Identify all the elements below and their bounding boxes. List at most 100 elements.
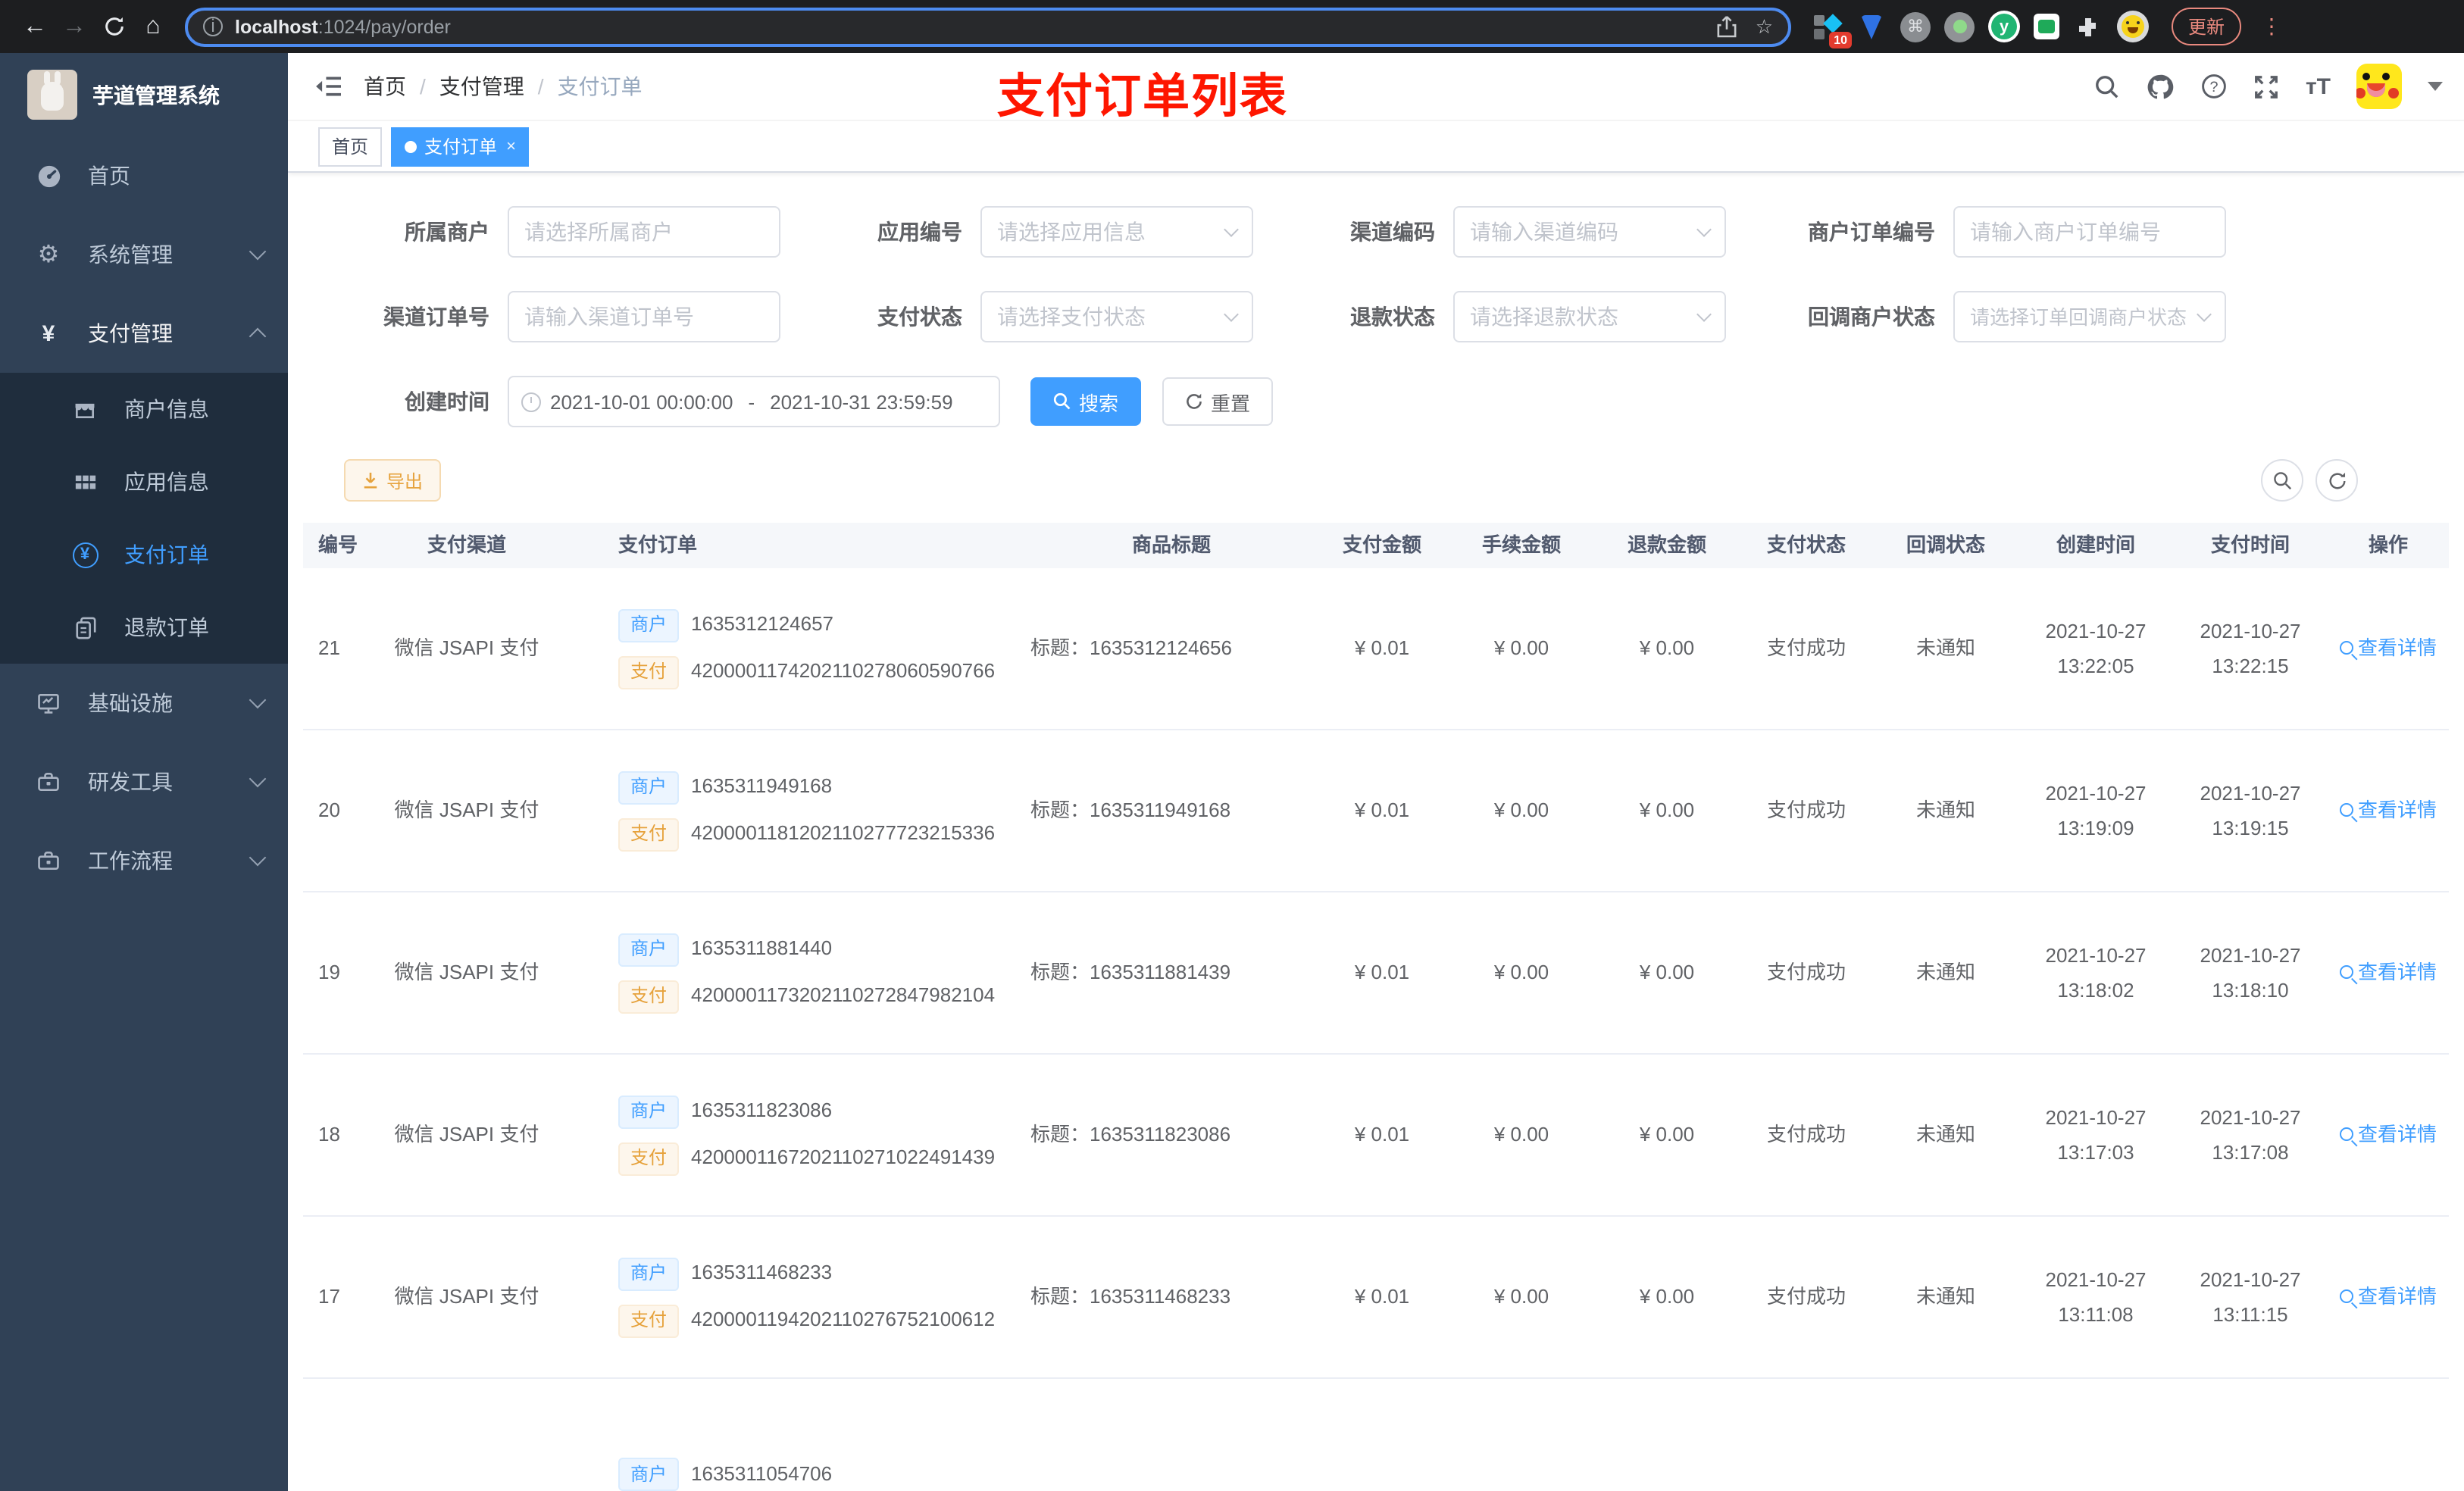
extension-blocks-icon[interactable]: 10 bbox=[1812, 11, 1852, 48]
sidebar-item-label: 商户信息 bbox=[124, 397, 209, 421]
channel-order-input[interactable] bbox=[508, 291, 780, 342]
channel-order-field[interactable] bbox=[524, 305, 764, 329]
pay-order-no: 4200001181202110277723215336 bbox=[691, 821, 996, 845]
table-toolbar: 导出 bbox=[288, 459, 2464, 502]
browser-home-icon[interactable]: ⌂ bbox=[133, 13, 173, 40]
extension-y-icon[interactable]: y bbox=[1988, 11, 2020, 42]
table-row: 20 微信 JSAPI 支付 商户 1635311949168 支付 4200001… bbox=[303, 730, 2449, 892]
notify-status-select[interactable] bbox=[1953, 291, 2226, 342]
range-end[interactable]: 2021-10-31 23:59:59 bbox=[770, 390, 952, 413]
sidebar-item-dev-tools[interactable]: 研发工具 bbox=[0, 742, 288, 821]
view-detail-link[interactable]: 查看详情 bbox=[2339, 1281, 2437, 1311]
refresh-button[interactable] bbox=[2315, 459, 2358, 502]
view-detail-link[interactable]: 查看详情 bbox=[2339, 1119, 2437, 1149]
col-header-amount: 支付金额 bbox=[1342, 533, 1421, 556]
notify-status-field[interactable] bbox=[1970, 305, 2190, 328]
briefcase-icon bbox=[30, 849, 67, 873]
extension-chat-icon[interactable] bbox=[2034, 14, 2059, 39]
browser-reload-icon[interactable] bbox=[94, 15, 133, 38]
range-begin[interactable]: 2021-10-01 00:00:00 bbox=[550, 390, 733, 413]
filter-label-app: 应用编号 bbox=[877, 220, 962, 244]
table-header-row: 编号 支付渠道 支付订单 商品标题 支付金额 手续金额 退款金额 支付状态 回调… bbox=[303, 523, 2449, 568]
table-row: 17 微信 JSAPI 支付 商户 1635311468233 支付 4200001… bbox=[303, 1217, 2449, 1379]
extensions-puzzle-icon[interactable] bbox=[2073, 11, 2103, 42]
merchant-input[interactable] bbox=[508, 206, 780, 258]
merchant-order-no: 1635312124657 bbox=[691, 612, 834, 636]
sidebar-item-pay-order[interactable]: ¥ 支付订单 bbox=[0, 518, 288, 591]
search-icon[interactable] bbox=[2095, 73, 2121, 99]
sidebar-item-label: 基础设施 bbox=[88, 691, 173, 715]
sidebar-item-workflow[interactable]: 工作流程 bbox=[0, 821, 288, 900]
merchant-order-field[interactable] bbox=[1970, 220, 2209, 244]
user-avatar[interactable] bbox=[2356, 64, 2402, 109]
github-icon[interactable] bbox=[2147, 72, 2175, 101]
export-button[interactable]: 导出 bbox=[344, 459, 442, 502]
pay-status-select[interactable] bbox=[980, 291, 1253, 342]
app-select[interactable] bbox=[980, 206, 1253, 258]
search-button[interactable]: 搜索 bbox=[1030, 377, 1142, 426]
view-detail-link[interactable]: 查看详情 bbox=[2339, 795, 2437, 825]
merchant-input-field[interactable] bbox=[524, 220, 764, 244]
url-bar[interactable]: i localhost:1024/pay/order ☆ bbox=[185, 7, 1791, 46]
extension-command-icon[interactable]: ⌘ bbox=[1900, 11, 1931, 42]
extension-kite-icon[interactable] bbox=[1856, 11, 1887, 42]
tab-pay-order[interactable]: 支付订单 × bbox=[391, 127, 530, 166]
magnifier-icon bbox=[2339, 1127, 2353, 1142]
sidebar-logo[interactable]: 芋道管理系统 bbox=[0, 53, 288, 136]
filter-label-merchant: 所属商户 bbox=[405, 220, 489, 244]
breadcrumb: 首页 / 支付管理 / 支付订单 bbox=[364, 71, 643, 102]
sidebar-item-merchant-info[interactable]: 商户信息 bbox=[0, 373, 288, 445]
bookmark-star-icon[interactable]: ☆ bbox=[1756, 14, 1773, 39]
profile-avatar-icon[interactable] bbox=[2117, 11, 2149, 42]
svg-text:?: ? bbox=[2210, 79, 2219, 95]
pay-status-field[interactable] bbox=[997, 305, 1217, 329]
extension-dot-icon[interactable] bbox=[1944, 11, 1975, 42]
avatar-caret-icon[interactable] bbox=[2428, 82, 2443, 91]
chrome-update-button[interactable]: 更新 bbox=[2172, 8, 2242, 45]
sidebar-item-label: 首页 bbox=[88, 164, 130, 188]
channel-code-select[interactable] bbox=[1453, 206, 1726, 258]
chevron-down-icon bbox=[249, 770, 267, 788]
share-icon[interactable] bbox=[1718, 15, 1737, 38]
view-detail-link[interactable]: 查看详情 bbox=[2339, 633, 2437, 663]
app-title: 芋道管理系统 bbox=[92, 83, 220, 107]
main-content: 首页 / 支付管理 / 支付订单 支付订单列表 ? тT 首页 支付订单 × 所… bbox=[288, 53, 2464, 1491]
fullscreen-icon[interactable] bbox=[2254, 73, 2280, 99]
sidebar-fold-icon[interactable] bbox=[315, 74, 342, 98]
sidebar-item-refund-order[interactable]: 退款订单 bbox=[0, 591, 288, 664]
sidebar-item-infrastructure[interactable]: 基础设施 bbox=[0, 664, 288, 742]
browser-back-icon[interactable]: ← bbox=[15, 13, 55, 40]
filter-label-pay-status: 支付状态 bbox=[877, 305, 962, 329]
merchant-tag: 商户 bbox=[618, 1257, 680, 1290]
app-select-field[interactable] bbox=[997, 220, 1217, 244]
site-info-icon[interactable]: i bbox=[203, 17, 223, 36]
refund-status-field[interactable] bbox=[1470, 305, 1690, 329]
sidebar-item-system[interactable]: ⚙ 系统管理 bbox=[0, 215, 288, 294]
close-tab-icon[interactable]: × bbox=[506, 137, 516, 155]
col-header-refund: 退款金额 bbox=[1627, 533, 1706, 556]
breadcrumb-home[interactable]: 首页 bbox=[364, 71, 406, 102]
page-header: 首页 / 支付管理 / 支付订单 支付订单列表 ? тT bbox=[288, 53, 2464, 123]
merchant-tag: 商户 bbox=[618, 1458, 680, 1491]
yen-icon: ¥ bbox=[42, 320, 55, 346]
sidebar-item-app-info[interactable]: 应用信息 bbox=[0, 445, 288, 518]
help-icon[interactable]: ? bbox=[2201, 73, 2228, 100]
chrome-menu-icon[interactable]: ⋮ bbox=[2261, 14, 2282, 39]
breadcrumb-payment[interactable]: 支付管理 bbox=[439, 71, 524, 102]
sidebar-item-payment[interactable]: ¥ 支付管理 bbox=[0, 294, 288, 373]
tab-home[interactable]: 首页 bbox=[318, 127, 383, 166]
dashboard-icon bbox=[30, 163, 67, 189]
url-text[interactable]: localhost:1024/pay/order bbox=[235, 16, 1699, 37]
pay-tag: 支付 bbox=[618, 817, 680, 851]
merchant-order-input[interactable] bbox=[1953, 206, 2226, 258]
refund-status-select[interactable] bbox=[1453, 291, 1726, 342]
toggle-search-button[interactable] bbox=[2261, 459, 2303, 502]
browser-forward-icon[interactable]: → bbox=[55, 13, 94, 40]
create-time-range-picker[interactable]: 2021-10-01 00:00:00 - 2021-10-31 23:59:5… bbox=[508, 376, 1000, 427]
reset-button[interactable]: 重置 bbox=[1162, 377, 1274, 426]
font-size-icon[interactable]: тT bbox=[2306, 73, 2331, 99]
sidebar-item-home[interactable]: 首页 bbox=[0, 136, 288, 215]
channel-code-field[interactable] bbox=[1470, 220, 1690, 244]
sidebar-item-label: 工作流程 bbox=[88, 849, 173, 873]
view-detail-link[interactable]: 查看详情 bbox=[2339, 957, 2437, 987]
